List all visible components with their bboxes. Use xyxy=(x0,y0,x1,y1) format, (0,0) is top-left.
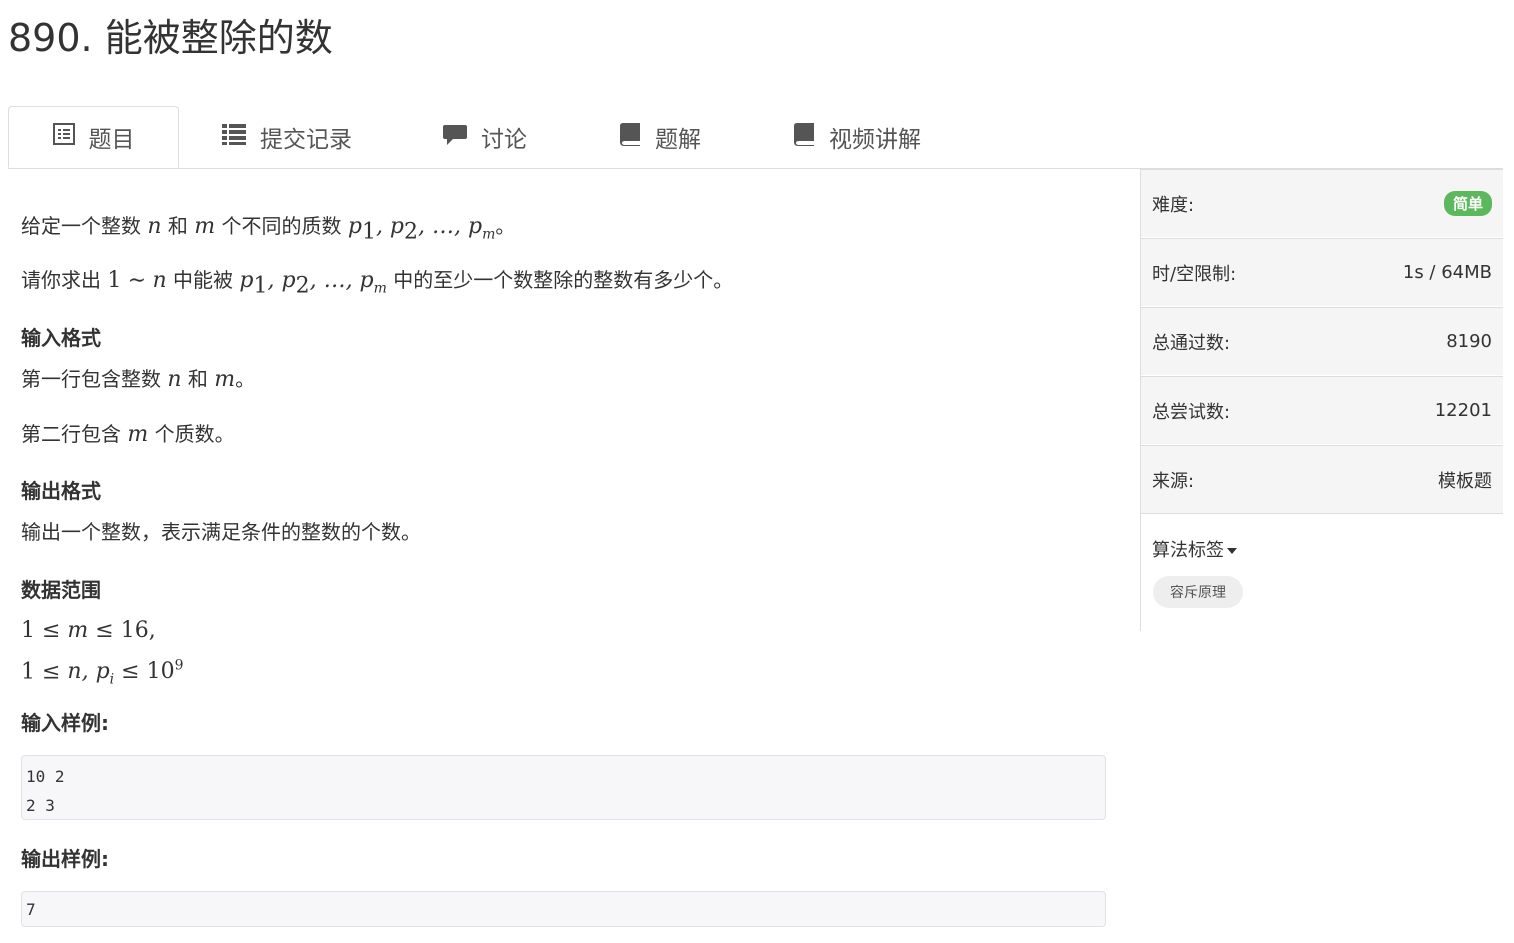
problem-info-sidebar: 难度: 简单 时/空限制: 1s / 64MB 总通过数: 8190 总尝试数:… xyxy=(1140,169,1503,631)
comment-icon xyxy=(443,123,467,151)
caret-down-icon xyxy=(1227,548,1237,554)
difficulty-row: 难度: 简单 xyxy=(1141,169,1503,237)
attempts-label: 总尝试数: xyxy=(1152,401,1231,423)
input-format-line-2: 第二行包含 m 个质数。 xyxy=(21,422,235,447)
book-icon xyxy=(619,122,641,152)
tab-video-label: 视频讲解 xyxy=(829,127,921,153)
output-format-heading: 输出格式 xyxy=(21,479,101,503)
attempts-row: 总尝试数: 12201 xyxy=(1141,376,1503,444)
passed-value: 8190 xyxy=(1446,331,1492,352)
list-alt-icon xyxy=(52,123,75,151)
statement-line-2: 请你求出 1 ∼ n 中能被 p1, p2, …, pm 中的至少一个数整除的整… xyxy=(21,268,734,299)
algorithm-tags: 算法标签 容斥原理 xyxy=(1141,513,1503,632)
source-value[interactable]: 模板题 xyxy=(1438,467,1492,493)
tab-discussion[interactable]: 讨论 xyxy=(443,106,527,168)
sample-input-heading: 输入样例: xyxy=(21,711,109,735)
limit-value: 1s / 64MB xyxy=(1402,262,1492,283)
input-format-heading: 输入格式 xyxy=(21,326,101,350)
sample-output-heading: 输出样例: xyxy=(21,847,109,871)
passed-label: 总通过数: xyxy=(1152,332,1231,354)
sample-input-block[interactable]: 10 2 2 3 xyxy=(21,755,1106,820)
tab-solutions[interactable]: 题解 xyxy=(619,106,701,168)
page-title: 890. 能被整除的数 xyxy=(8,16,333,60)
list-icon xyxy=(222,123,246,151)
book-icon xyxy=(793,122,815,152)
range-line-1: 1 ≤ m ≤ 16, xyxy=(21,618,156,643)
problem-tabs: 题目 提交记录 讨论 题解 视频讲解 xyxy=(8,106,1503,169)
limit-label: 时/空限制: xyxy=(1152,263,1237,285)
tab-problem-label: 题目 xyxy=(88,127,135,153)
statement-line-1: 给定一个整数 n 和 m 个不同的质数 p1, p2, …, pm。 xyxy=(21,214,516,245)
difficulty-label: 难度: xyxy=(1152,194,1195,216)
output-format-line: 输出一个整数，表示满足条件的整数的个数。 xyxy=(21,520,421,544)
data-range-heading: 数据范围 xyxy=(21,578,101,602)
difficulty-badge: 简单 xyxy=(1443,191,1492,216)
sample-output-block[interactable]: 7 xyxy=(21,891,1106,927)
tab-solutions-label: 题解 xyxy=(655,127,701,153)
input-format-line-1: 第一行包含整数 n 和 m。 xyxy=(21,367,256,392)
tag-inclusion-exclusion[interactable]: 容斥原理 xyxy=(1153,576,1243,608)
tab-submissions-label: 提交记录 xyxy=(260,127,352,153)
source-label: 来源: xyxy=(1152,470,1195,492)
attempts-value: 12201 xyxy=(1434,400,1492,421)
passed-row: 总通过数: 8190 xyxy=(1141,307,1503,375)
tab-submissions[interactable]: 提交记录 xyxy=(222,106,352,168)
source-row: 来源: 模板题 xyxy=(1141,445,1503,513)
limit-row: 时/空限制: 1s / 64MB xyxy=(1141,238,1503,306)
tab-problem[interactable]: 题目 xyxy=(8,106,179,168)
range-line-2: 1 ≤ n, pi ≤ 109 xyxy=(21,658,184,688)
tab-video[interactable]: 视频讲解 xyxy=(793,106,921,168)
tab-discussion-label: 讨论 xyxy=(481,127,527,153)
algorithm-tags-toggle[interactable]: 算法标签 xyxy=(1152,536,1237,562)
